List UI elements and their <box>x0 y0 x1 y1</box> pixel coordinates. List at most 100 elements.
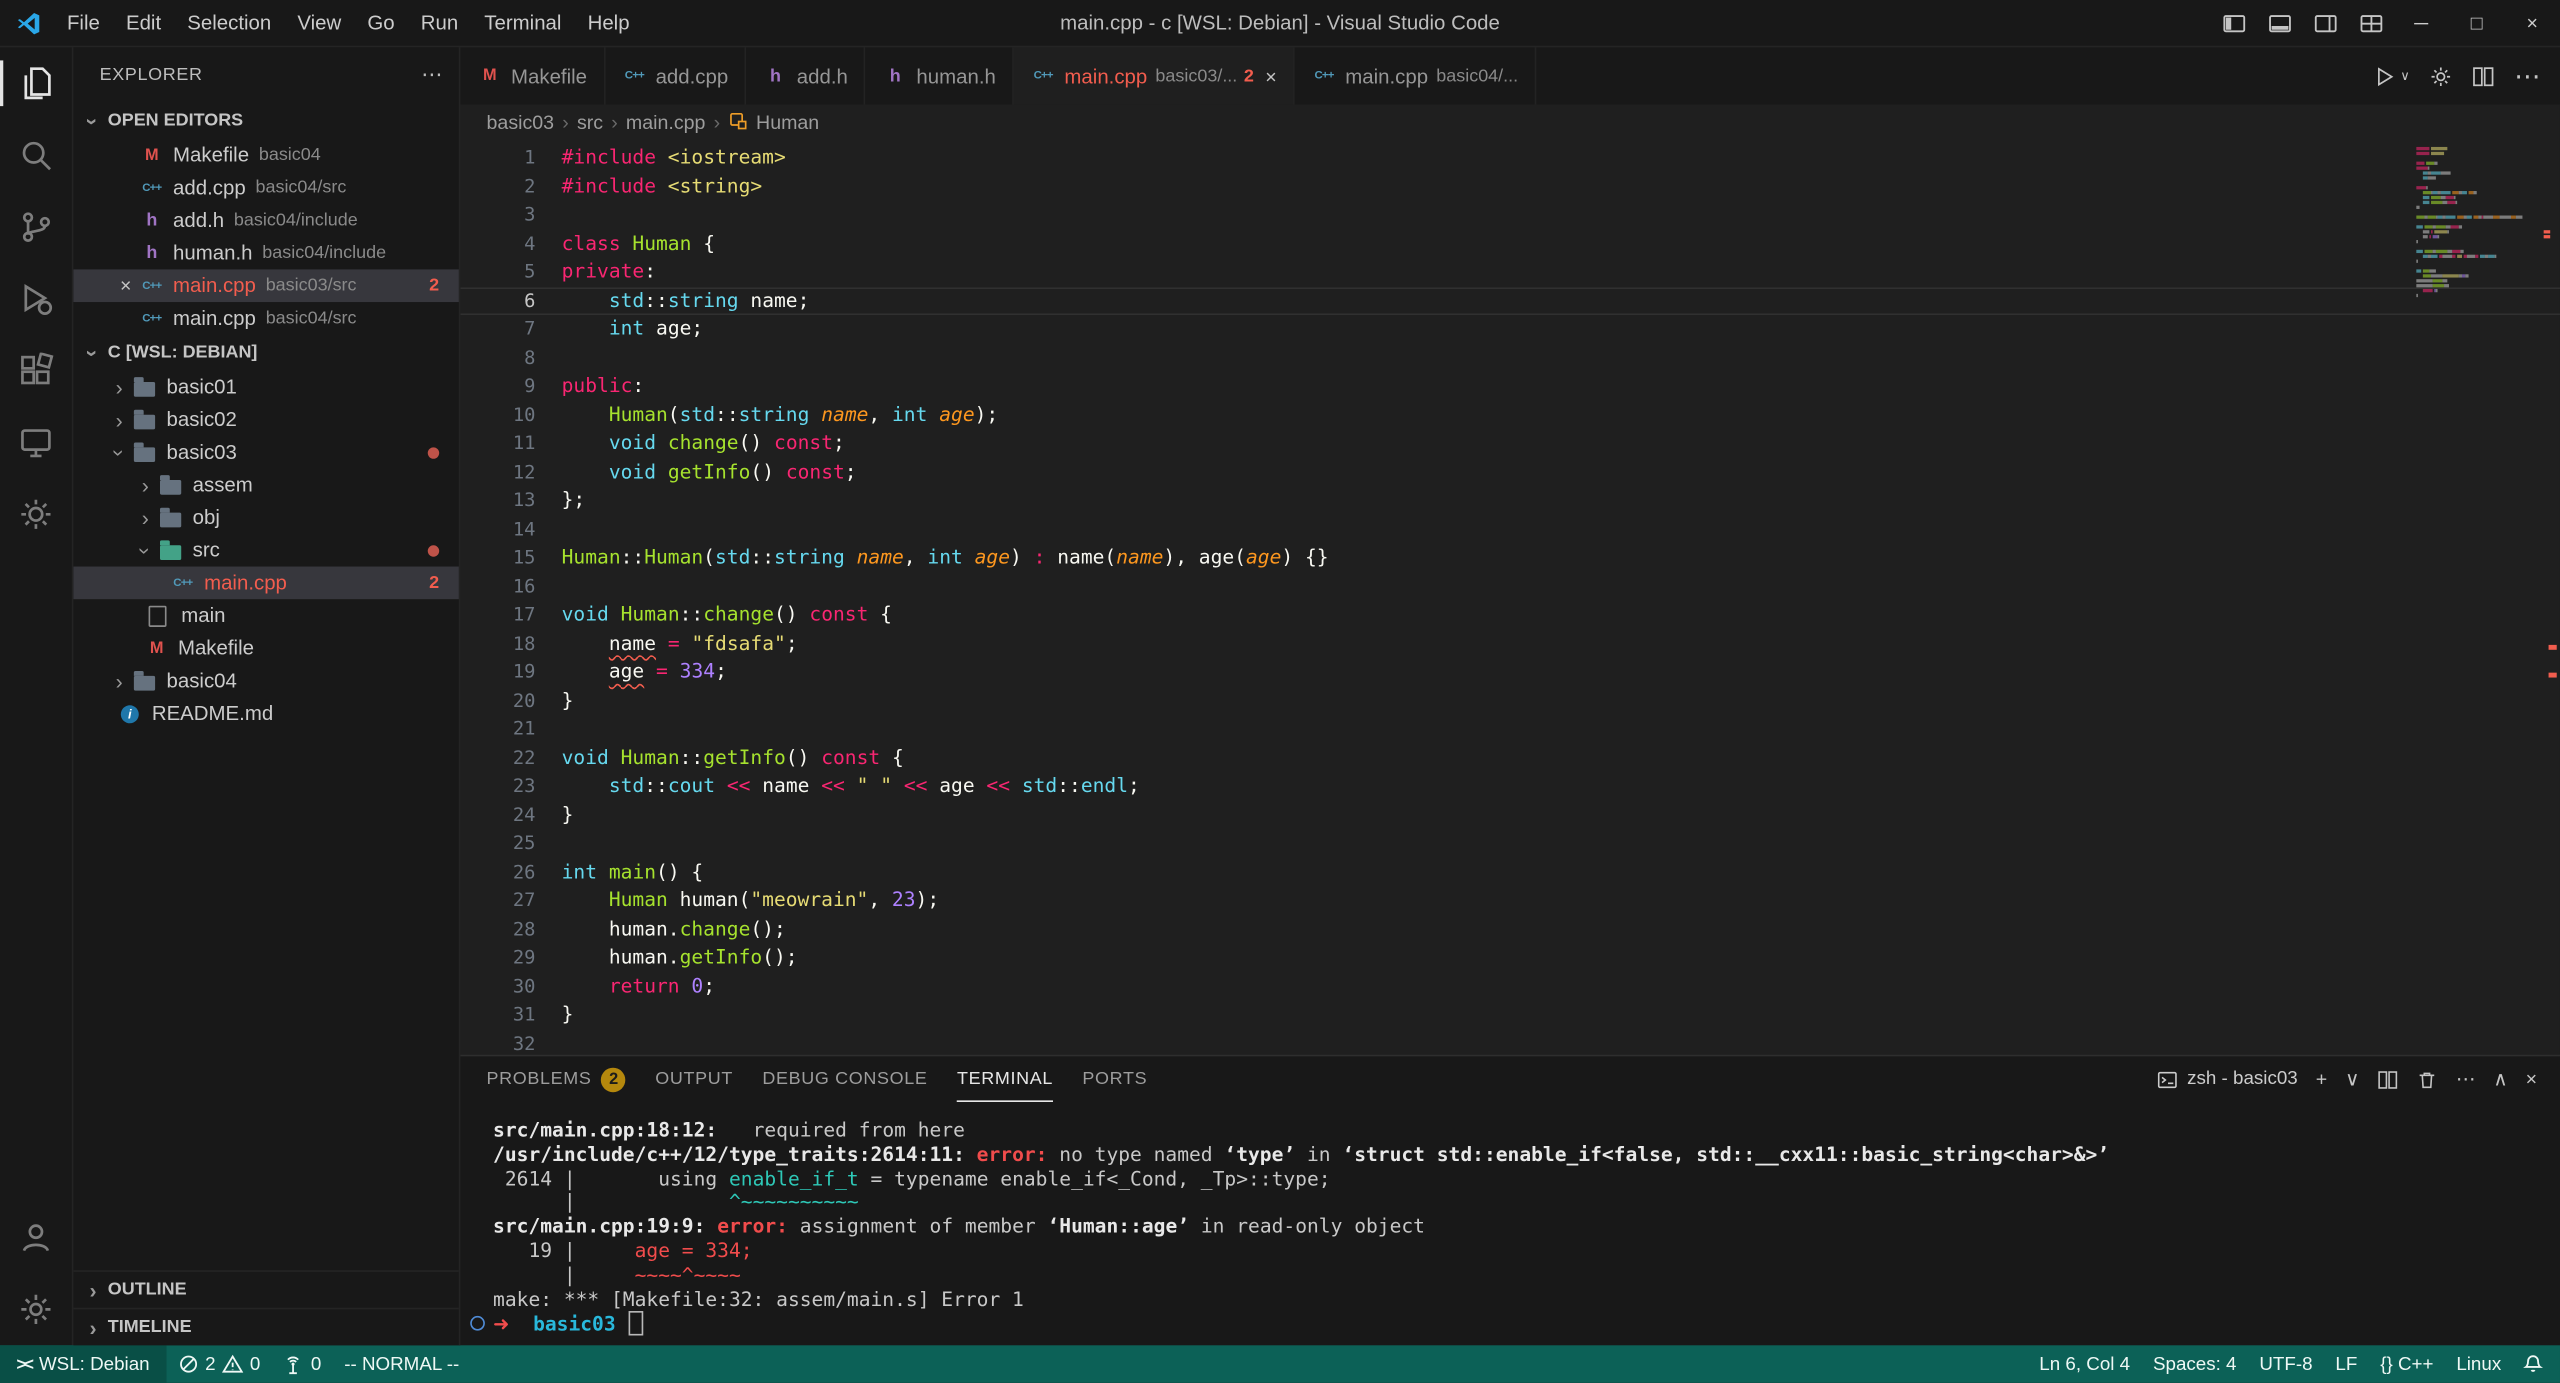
tab-makefile[interactable]: M Makefile <box>460 47 605 105</box>
menu-go[interactable]: Go <box>354 7 407 40</box>
tab-main-cpp-basic03[interactable]: C++ main.cpp basic03/... 2 × <box>1013 47 1295 105</box>
tree-folder-basic03[interactable]: › basic03 <box>73 436 458 469</box>
tree-file-makefile[interactable]: M Makefile <box>73 632 458 665</box>
menu-terminal[interactable]: Terminal <box>471 7 574 40</box>
outline-section-header[interactable]: › OUTLINE <box>73 1270 459 1308</box>
menu-selection[interactable]: Selection <box>174 7 284 40</box>
run-button[interactable]: ∨ <box>2374 64 2410 87</box>
indentation-indicator[interactable]: Spaces: 4 <box>2142 1345 2248 1383</box>
tree-file-main[interactable]: main <box>73 599 458 632</box>
code-line[interactable]: 5 private: <box>460 258 2560 287</box>
tree-folder-basic02[interactable]: › basic02 <box>73 403 458 436</box>
close-tab-button[interactable]: × <box>1265 64 1276 87</box>
split-terminal-button[interactable] <box>2377 1069 2398 1090</box>
code-line[interactable]: 30 return 0; <box>460 972 2560 1001</box>
code-line[interactable]: 11 void change() const; <box>460 429 2560 458</box>
panel-tab-problems[interactable]: PROBLEMS 2 <box>487 1056 626 1102</box>
problems-indicator[interactable]: 2 0 <box>166 1345 272 1383</box>
tree-folder-assem[interactable]: › assem <box>73 469 458 502</box>
code-line[interactable]: 18 name = "fdsafa"; <box>460 629 2560 658</box>
tree-file-readme-md[interactable]: i README.md <box>73 697 458 730</box>
source-control-icon[interactable] <box>0 191 72 263</box>
code-line[interactable]: 24} <box>460 801 2560 830</box>
close-editor-button[interactable]: × <box>113 274 139 297</box>
minimize-button[interactable]: ─ <box>2393 0 2449 46</box>
panel-tab-ports[interactable]: PORTS <box>1082 1056 1147 1102</box>
panel-tab-terminal[interactable]: TERMINAL <box>957 1056 1053 1102</box>
panel-more-actions-button[interactable]: ⋯ <box>2456 1068 2476 1091</box>
code-line[interactable]: 2 #include <string> <box>460 172 2560 201</box>
kill-terminal-button[interactable] <box>2417 1069 2438 1090</box>
explorer-icon[interactable] <box>0 47 72 119</box>
search-icon[interactable] <box>0 119 72 191</box>
code-line[interactable]: 3 <box>460 201 2560 230</box>
tab-add-h[interactable]: h add.h <box>746 47 866 105</box>
tree-file-main-cpp[interactable]: C++ main.cpp 2 <box>73 566 459 600</box>
code-line[interactable]: 20} <box>460 687 2560 716</box>
close-panel-button[interactable]: × <box>2526 1068 2537 1091</box>
code-line[interactable]: 10 Human(std::string name, int age); <box>460 401 2560 430</box>
tab-human-h[interactable]: h human.h <box>865 47 1014 105</box>
code-line[interactable]: 15 Human::Human(std::string name, int age… <box>460 544 2560 573</box>
tab-main-cpp-basic04[interactable]: C++ main.cpp basic04/... <box>1294 47 1537 105</box>
encoding-indicator[interactable]: UTF-8 <box>2248 1345 2324 1383</box>
breadcrumb-item-human[interactable]: Human <box>756 111 819 134</box>
code-line[interactable]: 32 <box>460 1029 2560 1054</box>
notifications-bell[interactable] <box>2513 1345 2560 1383</box>
code-line[interactable]: 13}; <box>460 487 2560 516</box>
panel-tab-debug-console[interactable]: DEBUG CONSOLE <box>762 1056 927 1102</box>
tree-folder-basic01[interactable]: › basic01 <box>73 371 458 404</box>
code-line[interactable]: 4 class Human { <box>460 229 2560 258</box>
eol-indicator[interactable]: LF <box>2324 1345 2369 1383</box>
customize-layout-button[interactable] <box>2348 0 2394 46</box>
language-indicator[interactable]: {} C++ <box>2369 1345 2445 1383</box>
split-editor-button[interactable] <box>2472 64 2495 87</box>
maximize-button[interactable]: □ <box>2449 0 2505 46</box>
menu-help[interactable]: Help <box>575 7 643 40</box>
toggle-secondary-sidebar-button[interactable] <box>2302 0 2348 46</box>
terminal-view[interactable]: src/main.cpp:18:12: required from here/u… <box>460 1102 2560 1345</box>
tree-folder-src[interactable]: › src <box>73 534 458 567</box>
open-editor-item-main-cpp-basic04-src[interactable]: C++ main.cpp basic04/src <box>73 302 458 335</box>
menu-edit[interactable]: Edit <box>113 7 174 40</box>
code-line[interactable]: 22 void Human::getInfo() const { <box>460 744 2560 773</box>
code-line[interactable]: 6 std::string name; <box>460 287 2560 316</box>
code-line[interactable]: 25 <box>460 829 2560 858</box>
workspace-header[interactable]: › C [WSL: DEBIAN] <box>73 335 458 371</box>
code-line[interactable]: 27 Human human("meowrain", 23); <box>460 887 2560 916</box>
panel-tab-output[interactable]: OUTPUT <box>655 1056 733 1102</box>
open-editor-item-makefile-basic04[interactable]: M Makefile basic04 <box>73 139 458 172</box>
vim-mode-indicator[interactable]: -- NORMAL -- <box>333 1345 471 1383</box>
os-indicator[interactable]: Linux <box>2445 1345 2513 1383</box>
new-terminal-button[interactable]: + <box>2316 1068 2327 1091</box>
code-line[interactable]: 14 <box>460 515 2560 544</box>
minimap[interactable] <box>2416 146 2551 304</box>
code-line[interactable]: 28 human.change(); <box>460 915 2560 944</box>
code-line[interactable]: 17 void Human::change() const { <box>460 601 2560 630</box>
tree-folder-basic04[interactable]: › basic04 <box>73 664 458 697</box>
remote-explorer-icon[interactable] <box>0 407 72 479</box>
accounts-icon[interactable] <box>0 1202 72 1274</box>
manage-gear-icon[interactable] <box>0 1273 72 1345</box>
menu-view[interactable]: View <box>284 7 354 40</box>
code-line[interactable]: 19 age = 334; <box>460 658 2560 687</box>
open-editor-item-human-h-basic04-include[interactable]: h human.h basic04/include <box>73 237 458 270</box>
ports-indicator[interactable]: 0 <box>272 1345 333 1383</box>
open-editor-item-add-cpp-basic04-src[interactable]: C++ add.cpp basic04/src <box>73 171 458 204</box>
code-line[interactable]: 7 int age; <box>460 315 2560 344</box>
more-actions-button[interactable]: ⋯ <box>2514 60 2540 93</box>
code-line[interactable]: 1 #include <iostream> <box>460 144 2560 173</box>
remote-indicator[interactable]: >< WSL: Debian <box>0 1345 166 1383</box>
breadcrumb-item-main-cpp[interactable]: main.cpp <box>626 111 706 134</box>
open-editor-item-main-cpp-basic03-src[interactable]: × C++ main.cpp basic03/src 2 <box>73 269 459 303</box>
code-line[interactable]: 29 human.getInfo(); <box>460 944 2560 973</box>
maximize-panel-button[interactable]: ∧ <box>2493 1068 2507 1091</box>
timeline-section-header[interactable]: › TIMELINE <box>73 1307 459 1346</box>
code-line[interactable]: 26 int main() { <box>460 858 2560 887</box>
menu-file[interactable]: File <box>54 7 113 40</box>
close-button[interactable]: × <box>2504 0 2560 46</box>
toggle-sidebar-button[interactable] <box>2211 0 2257 46</box>
code-line[interactable]: 9 public: <box>460 372 2560 401</box>
menu-run[interactable]: Run <box>408 7 472 40</box>
breadcrumb-item-basic03[interactable]: basic03 <box>487 111 555 134</box>
